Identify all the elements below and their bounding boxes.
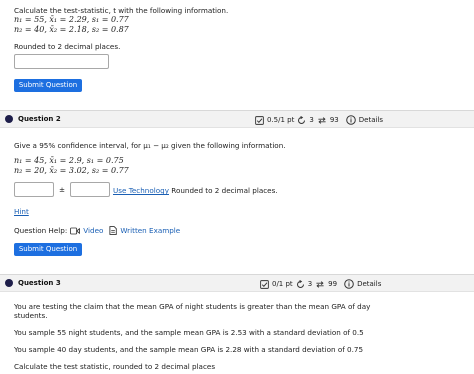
written-example-link[interactable]: Written Example [120,226,180,235]
q2-title: Question 2 [18,115,61,123]
q2-attempts: 93 [329,116,339,124]
q1-sample-line-1: n₁ = 55, x̄₁ = 2.29, s₁ = 0.77 [14,15,129,24]
document-icon [109,226,118,235]
q2-help-row: Question Help: Video Written Example [14,226,180,235]
q2-n1: n₁ = 45, [14,156,47,165]
q3-paragraph-1-cont: students. [14,311,48,320]
info-icon[interactable] [345,115,356,125]
retry-icon [298,115,306,124]
q2-retries: 3 [309,116,314,124]
q1-s2: s₂ = 0.87 [91,25,129,34]
checkbox-icon [260,279,269,289]
q3-status-dot [5,279,13,287]
q2-status-dot [5,115,13,123]
checkbox-icon [255,115,264,125]
q3-details-link[interactable]: Details [357,280,381,288]
q2-x1: x̄₁ = 2.9, [49,156,85,165]
q1-s1: s₁ = 0.77 [91,15,129,24]
q2-x2: x̄₂ = 3.02, [49,166,90,175]
q3-header: Question 3 0/1 pt 3 99 Details [0,274,474,292]
q3-points: 0/1 pt [272,280,293,288]
q1-x1: x̄₁ = 2.29, [49,15,90,24]
attempts-icon [318,116,326,124]
hint-link[interactable]: Hint [14,207,29,216]
q1-n2: n₂ = 40, [14,25,47,34]
q2-details-link[interactable]: Details [359,116,383,124]
q1-n1: n₁ = 55, [14,15,47,24]
q2-points: 0.5/1 pt [267,116,295,124]
question-help-label: Question Help: [14,226,68,235]
q2-lower-bound-input[interactable] [14,182,54,197]
q2-s2: s₂ = 0.77 [91,166,129,175]
q1-sample-line-2: n₂ = 40, x̄₂ = 2.18, s₂ = 0.87 [14,25,129,34]
q2-sample-line-1: n₁ = 45, x̄₁ = 2.9, s₁ = 0.75 [14,156,124,165]
use-technology-link[interactable]: Use Technology [113,186,169,195]
q3-title: Question 3 [18,279,61,287]
q2-s1: s₁ = 0.75 [86,156,124,165]
q2-sample-line-2: n₂ = 20, x̄₂ = 3.02, s₂ = 0.77 [14,166,129,175]
q1-rounding-note: Rounded to 2 decimal places. [14,42,121,51]
q3-attempts: 99 [328,280,338,288]
q2-technology-row: Use Technology Rounded to 2 decimal plac… [113,186,278,195]
q1-answer-input[interactable] [14,54,109,69]
q3-retries: 3 [307,280,313,288]
q3-paragraph-3: You sample 40 day students, and the samp… [14,345,364,354]
q3-paragraph-1: You are testing the claim that the mean … [14,302,371,311]
q2-upper-bound-input[interactable] [70,182,110,197]
q3-paragraph-2: You sample 55 night students, and the sa… [14,328,364,337]
video-link[interactable]: Video [83,226,103,235]
q3-meta: 0/1 pt 3 99 Details [260,279,381,289]
info-icon[interactable] [344,279,354,289]
video-icon [70,227,81,234]
retry-icon [296,279,304,288]
q1-submit-button[interactable]: Submit Question [14,79,82,92]
q2-n2: n₂ = 20, [14,166,47,175]
q1-prompt: Calculate the test-statistic, t with the… [14,6,229,15]
q1-x2: x̄₂ = 2.18, [49,25,90,34]
q2-submit-button[interactable]: Submit Question [14,243,82,256]
q2-rounding-note: Rounded to 2 decimal places. [171,186,278,195]
q2-prompt: Give a 95% confidence interval, for μ₁ −… [14,141,286,150]
q2-plus-minus: ± [59,185,66,194]
q3-paragraph-4: Calculate the test statistic, rounded to… [14,362,216,371]
q2-meta: 0.5/1 pt 3 93 Details [255,115,383,125]
q2-header: Question 2 0.5/1 pt 3 93 Details [0,110,474,128]
attempts-icon [316,280,324,288]
